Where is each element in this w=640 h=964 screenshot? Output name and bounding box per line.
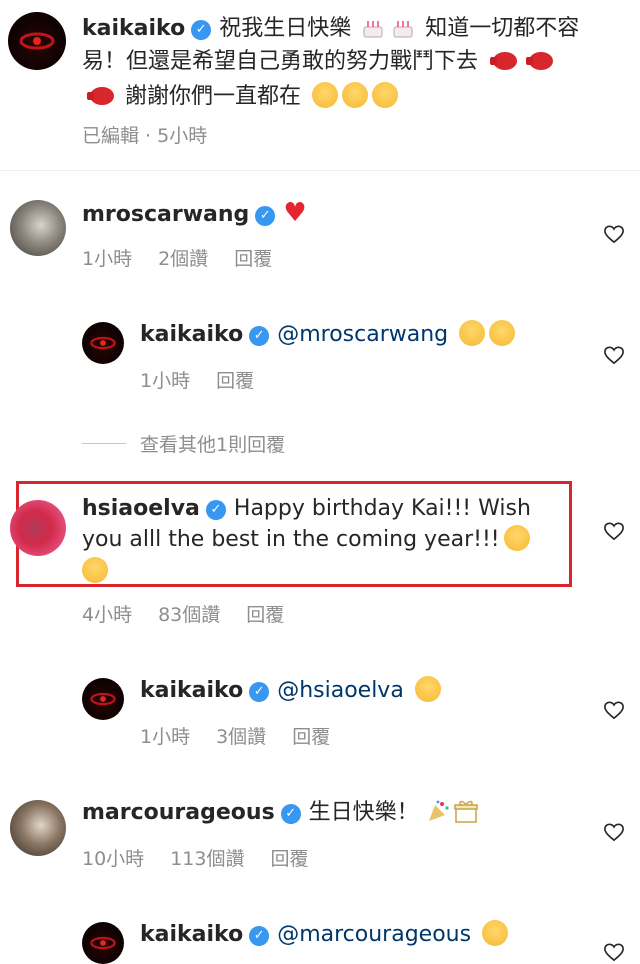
post-caption-line3: 謝謝你們一直都在 (82, 82, 399, 112)
caption-text: 知道一切都不容 (425, 16, 580, 41)
avatar[interactable] (10, 200, 66, 256)
like-heart-icon[interactable] (603, 224, 625, 244)
red-heart-emoji-icon: ♥ (283, 198, 307, 228)
post-caption-line2: 易！但還是希望自己勇敢的努力戰鬥下去 (82, 47, 557, 77)
view-replies-line (82, 443, 126, 444)
verified-badge-icon: ✓ (255, 206, 276, 226)
view-more-replies-button[interactable]: 查看其他1則回覆 (140, 430, 285, 457)
heart-eyes-emoji-icon (414, 676, 441, 702)
mention-link[interactable]: @hsiaoelva (277, 678, 404, 703)
comment-likes[interactable]: 113個讚 (170, 848, 244, 870)
comment-body-line3 (82, 557, 108, 587)
relieved-face-emoji-icon (342, 82, 369, 108)
avatar[interactable] (10, 500, 66, 556)
verified-badge-icon: ✓ (191, 20, 212, 40)
comment-time: 1小時 (140, 726, 191, 748)
eye-logo-icon (90, 336, 116, 350)
reply-button[interactable]: 回覆 (246, 604, 284, 626)
caption-text: 祝我生日快樂 (219, 16, 352, 41)
caption-text: 謝謝你們一直都在 (125, 84, 302, 109)
relieved-face-emoji-icon (372, 82, 399, 108)
reply-button[interactable]: 回覆 (234, 248, 272, 270)
comment-meta: 4小時 83個讚 回覆 (82, 600, 310, 627)
verified-badge-icon: ✓ (249, 926, 270, 946)
comment-meta: 1小時 3個讚 回覆 (140, 722, 356, 749)
comment-body-line2: you alll the best in the coming year!!! (82, 525, 530, 555)
comment-username[interactable]: mroscarwang (82, 202, 249, 227)
like-heart-icon[interactable] (603, 345, 625, 365)
relieved-face-emoji-icon (489, 320, 516, 346)
reply-button[interactable]: 回覆 (270, 848, 308, 870)
post-meta: 已編輯 · 5小時 (82, 125, 208, 147)
gift-icon (453, 800, 478, 823)
boxing-glove-icon (490, 52, 518, 70)
verified-badge-icon: ✓ (280, 804, 301, 824)
comment-time: 1小時 (140, 370, 191, 392)
comment-username[interactable]: kaikaiko (140, 678, 243, 703)
post-caption-line1: kaikaiko ✓ 祝我生日快樂 知道一切都不容 (82, 14, 579, 44)
mention-link[interactable]: @mroscarwang (277, 322, 448, 347)
avatar[interactable] (82, 678, 124, 720)
like-heart-icon[interactable] (603, 521, 625, 541)
comment-meta: 10小時 113個讚 回覆 (82, 844, 334, 871)
verified-badge-icon: ✓ (249, 682, 270, 702)
divider (0, 170, 640, 171)
reply-button[interactable]: 回覆 (292, 726, 330, 748)
comment-likes[interactable]: 83個讚 (158, 604, 220, 626)
comment-body: kaikaiko ✓ @mroscarwang (140, 320, 516, 350)
smiling-face-with-halo-emoji-icon (503, 525, 530, 551)
like-heart-icon[interactable] (603, 942, 625, 962)
smiling-face-with-halo-emoji-icon (82, 557, 108, 583)
post-username[interactable]: kaikaiko (82, 16, 185, 41)
eye-logo-icon (90, 692, 116, 706)
avatar[interactable] (82, 922, 124, 964)
comment-time: 10小時 (82, 848, 145, 870)
comment-text: 生日快樂！ (308, 800, 419, 825)
comment-username[interactable]: hsiaoelva (82, 496, 200, 521)
avatar[interactable] (8, 12, 66, 70)
comment-time: 1小時 (82, 248, 133, 270)
comment-meta: 1小時 回覆 (140, 366, 280, 393)
smiling-face-emoji-icon (482, 920, 509, 946)
comment-meta: 1小時 2個讚 回覆 (82, 244, 298, 271)
comment-username[interactable]: marcourageous (82, 800, 275, 825)
birthday-cake-icon (393, 21, 413, 38)
comment-username[interactable]: kaikaiko (140, 322, 243, 347)
verified-badge-icon: ✓ (249, 326, 270, 346)
boxing-glove-icon (87, 87, 114, 105)
comment-likes[interactable]: 2個讚 (158, 248, 208, 270)
comment-time: 4小時 (82, 604, 133, 626)
avatar[interactable] (10, 800, 66, 856)
verified-badge-icon: ✓ (205, 500, 226, 520)
relieved-face-emoji-icon (312, 82, 339, 108)
caption-text: 易！但還是希望自己勇敢的努力戰鬥下去 (82, 49, 479, 74)
mention-link[interactable]: @marcourageous (277, 922, 471, 947)
birthday-cake-icon (363, 21, 383, 38)
reply-button[interactable]: 回覆 (216, 370, 254, 392)
boxing-glove-icon (526, 52, 554, 70)
avatar[interactable] (82, 322, 124, 364)
relieved-face-emoji-icon (459, 320, 486, 346)
like-heart-icon[interactable] (603, 700, 625, 720)
like-heart-icon[interactable] (603, 822, 625, 842)
eye-logo-icon (19, 32, 55, 50)
comment-body: kaikaiko ✓ @marcourageous (140, 920, 509, 950)
comment-text: you alll the best in the coming year!!! (82, 527, 500, 552)
party-popper-icon (428, 800, 449, 821)
eye-logo-icon (90, 936, 116, 950)
comment-body: mroscarwang ✓ ♥ (82, 198, 307, 230)
comment-username[interactable]: kaikaiko (140, 922, 243, 947)
comment-text: Happy birthday Kai!!! Wish (233, 496, 531, 521)
comment-body: marcourageous ✓ 生日快樂！ (82, 798, 480, 828)
comment-likes[interactable]: 3個讚 (216, 726, 266, 748)
comment-body: kaikaiko ✓ @hsiaoelva (140, 676, 441, 706)
comment-body: hsiaoelva ✓ Happy birthday Kai!!! Wish (82, 494, 531, 524)
